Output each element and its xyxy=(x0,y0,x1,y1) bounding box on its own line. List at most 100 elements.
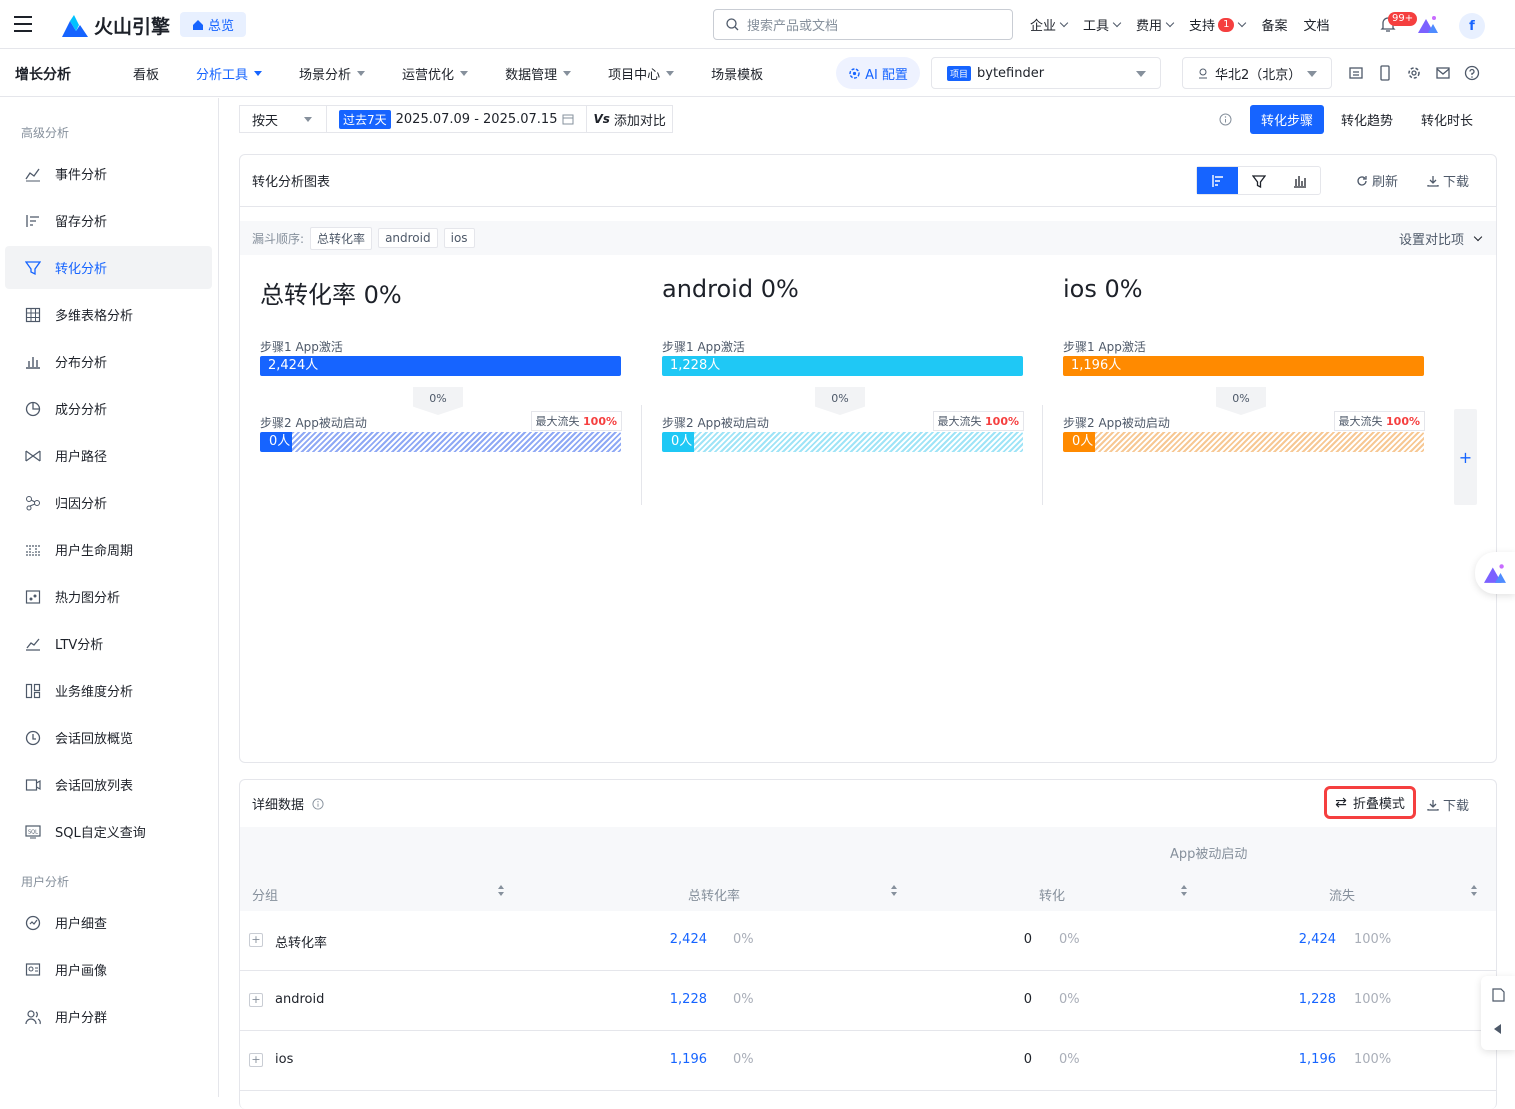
max-loss-label: 最大流失 xyxy=(1338,415,1383,428)
menu-project-center[interactable]: 项目中心 xyxy=(608,64,675,83)
column-header-total-rate: 总转化率 xyxy=(688,889,741,904)
total-rate-count[interactable]: 1,228 xyxy=(670,992,707,1007)
step1-bar[interactable]: 2,424人 xyxy=(260,356,621,376)
product-bar: 增长分析 看板 分析工具 场景分析 运营优化 数据管理 项目中心 场景模板 AI… xyxy=(0,49,1515,97)
sidebar-item[interactable]: 成分分析 xyxy=(5,387,212,430)
chart-view-switch xyxy=(1196,166,1321,195)
step2-bar[interactable]: 0人 xyxy=(260,432,621,452)
funnel-chip[interactable]: android xyxy=(378,228,438,248)
sidebar-item[interactable]: 用户画像 xyxy=(5,948,212,991)
expand-icon[interactable]: + xyxy=(249,933,263,947)
sidebar-item[interactable]: 业务维度分析 xyxy=(5,669,212,712)
help-icon[interactable] xyxy=(1464,65,1480,81)
ai-assistant-icon[interactable] xyxy=(1418,15,1438,33)
refresh-button[interactable]: 刷新 xyxy=(1356,171,1398,190)
note-icon[interactable] xyxy=(1492,988,1505,1002)
sidebar-item[interactable]: 用户生命周期 xyxy=(5,528,212,571)
add-compare-label: 添加对比 xyxy=(613,113,666,129)
menu-icon[interactable] xyxy=(14,16,32,32)
funnel-chip[interactable]: ios xyxy=(443,228,475,248)
sidebar-item[interactable]: 分布分析 xyxy=(5,340,212,383)
loss-count[interactable]: 1,228 xyxy=(1299,992,1336,1007)
tab-conversion-steps[interactable]: 转化步骤 xyxy=(1250,105,1325,134)
menu-dashboard[interactable]: 看板 xyxy=(133,64,159,83)
menu-operations[interactable]: 运营优化 xyxy=(402,64,469,83)
total-rate-pct: 0% xyxy=(733,992,754,1007)
ai-config-button[interactable]: AI 配置 xyxy=(836,57,920,89)
sort-icon[interactable] xyxy=(1471,885,1477,897)
collapse-mode-button[interactable]: ⇄ 折叠模式 xyxy=(1324,786,1416,819)
expand-icon[interactable]: + xyxy=(249,1053,263,1067)
ai-float-button[interactable] xyxy=(1475,552,1515,594)
caret-down-icon xyxy=(460,70,469,76)
sidebar-item[interactable]: 用户路径 xyxy=(5,434,212,477)
sort-icon[interactable] xyxy=(891,885,897,897)
logo[interactable]: 火山引擎 xyxy=(62,12,170,39)
granularity-select[interactable]: 按天 xyxy=(239,105,327,133)
mobile-icon[interactable] xyxy=(1377,65,1393,81)
info-icon[interactable] xyxy=(312,797,324,810)
sidebar-item[interactable]: SQL SQL自定义查询 xyxy=(5,810,212,853)
sidebar-item[interactable]: 事件分析 xyxy=(5,152,212,195)
nav-tools[interactable]: 工具 xyxy=(1083,15,1122,34)
nav-billing[interactable]: 费用 xyxy=(1136,15,1175,34)
loss-count[interactable]: 1,196 xyxy=(1299,1052,1336,1067)
sidebar-item[interactable]: 归因分析 xyxy=(5,481,212,524)
step1-bar[interactable]: 1,196人 xyxy=(1063,356,1424,376)
project-select[interactable]: 项目 bytefinder xyxy=(931,57,1161,89)
step1-bar[interactable]: 1,228人 xyxy=(662,356,1023,376)
expand-icon[interactable]: + xyxy=(249,993,263,1007)
loss-count[interactable]: 2,424 xyxy=(1299,932,1336,947)
nav-support[interactable]: 支持 1 xyxy=(1189,15,1247,34)
sidebar-item[interactable]: 用户细查 xyxy=(5,901,212,944)
gear-icon[interactable] xyxy=(1406,65,1422,81)
sort-icon[interactable] xyxy=(498,885,504,897)
sidebar-item[interactable]: 会话回放概览 xyxy=(5,716,212,759)
tab-conversion-duration[interactable]: 转化时长 xyxy=(1410,105,1484,134)
region-select[interactable]: 华北2（北京） xyxy=(1182,57,1332,89)
detail-download-button[interactable]: 下载 xyxy=(1427,795,1469,814)
table-grid-icon xyxy=(25,307,41,322)
sidebar-item[interactable]: 多维表格分析 xyxy=(5,293,212,336)
location-icon xyxy=(1199,68,1207,79)
funnel-chip[interactable]: 总转化率 xyxy=(310,226,373,250)
step2-bar-fill: 0人 xyxy=(662,432,694,452)
sidebar-item[interactable]: 热力图分析 xyxy=(5,575,212,618)
view-funnel-button[interactable] xyxy=(1238,167,1279,194)
tab-conversion-trend[interactable]: 转化趋势 xyxy=(1330,105,1404,134)
add-panel-button[interactable]: + xyxy=(1454,409,1477,505)
search-input[interactable]: 搜索产品或文档 xyxy=(713,9,1013,40)
menu-scene-templates[interactable]: 场景模板 xyxy=(711,64,763,83)
nav-enterprise[interactable]: 企业 xyxy=(1030,15,1069,34)
total-rate-count[interactable]: 2,424 xyxy=(670,932,707,947)
sidebar-item[interactable]: 转化分析 xyxy=(5,246,212,289)
add-compare-button[interactable]: Vs 添加对比 xyxy=(587,105,673,133)
menu-analysis-tools[interactable]: 分析工具 xyxy=(196,64,263,83)
avatar[interactable]: f xyxy=(1459,13,1485,39)
sidebar-item[interactable]: 用户分群 xyxy=(5,995,212,1038)
chart-download-button[interactable]: 下载 xyxy=(1427,171,1469,190)
collapse-arrow-icon[interactable] xyxy=(1494,1024,1501,1034)
date-range-picker[interactable]: 过去7天 2025.07.09 - 2025.07.15 xyxy=(327,105,588,133)
set-compare-dropdown[interactable]: 设置对比项 xyxy=(1399,229,1483,248)
view-bar-horizontal-button[interactable] xyxy=(1197,167,1238,194)
menu-data-management[interactable]: 数据管理 xyxy=(505,64,572,83)
sort-icon[interactable] xyxy=(1181,885,1187,897)
sidebar-item[interactable]: 会话回放列表 xyxy=(5,763,212,806)
sidebar-item[interactable]: LTV分析 xyxy=(5,622,212,665)
menu-scene-analysis[interactable]: 场景分析 xyxy=(299,64,366,83)
sidebar-item[interactable]: 留存分析 xyxy=(5,199,212,242)
total-rate-count[interactable]: 1,196 xyxy=(670,1052,707,1067)
ticket-icon[interactable] xyxy=(1348,65,1364,81)
nav-docs[interactable]: 文档 xyxy=(1303,15,1329,34)
step2-bar[interactable]: 0人 xyxy=(1063,432,1424,452)
mail-icon[interactable] xyxy=(1435,65,1451,81)
ai-gear-icon xyxy=(849,67,860,79)
home-button[interactable]: 总览 xyxy=(180,12,247,37)
nav-filing[interactable]: 备案 xyxy=(1261,15,1287,34)
step2-bar[interactable]: 0人 xyxy=(662,432,1023,452)
menu-dashboard-label: 看板 xyxy=(133,67,160,83)
info-icon[interactable] xyxy=(1219,113,1232,126)
view-column-button[interactable] xyxy=(1279,167,1320,194)
column-header-conversion: 转化 xyxy=(1039,889,1066,904)
